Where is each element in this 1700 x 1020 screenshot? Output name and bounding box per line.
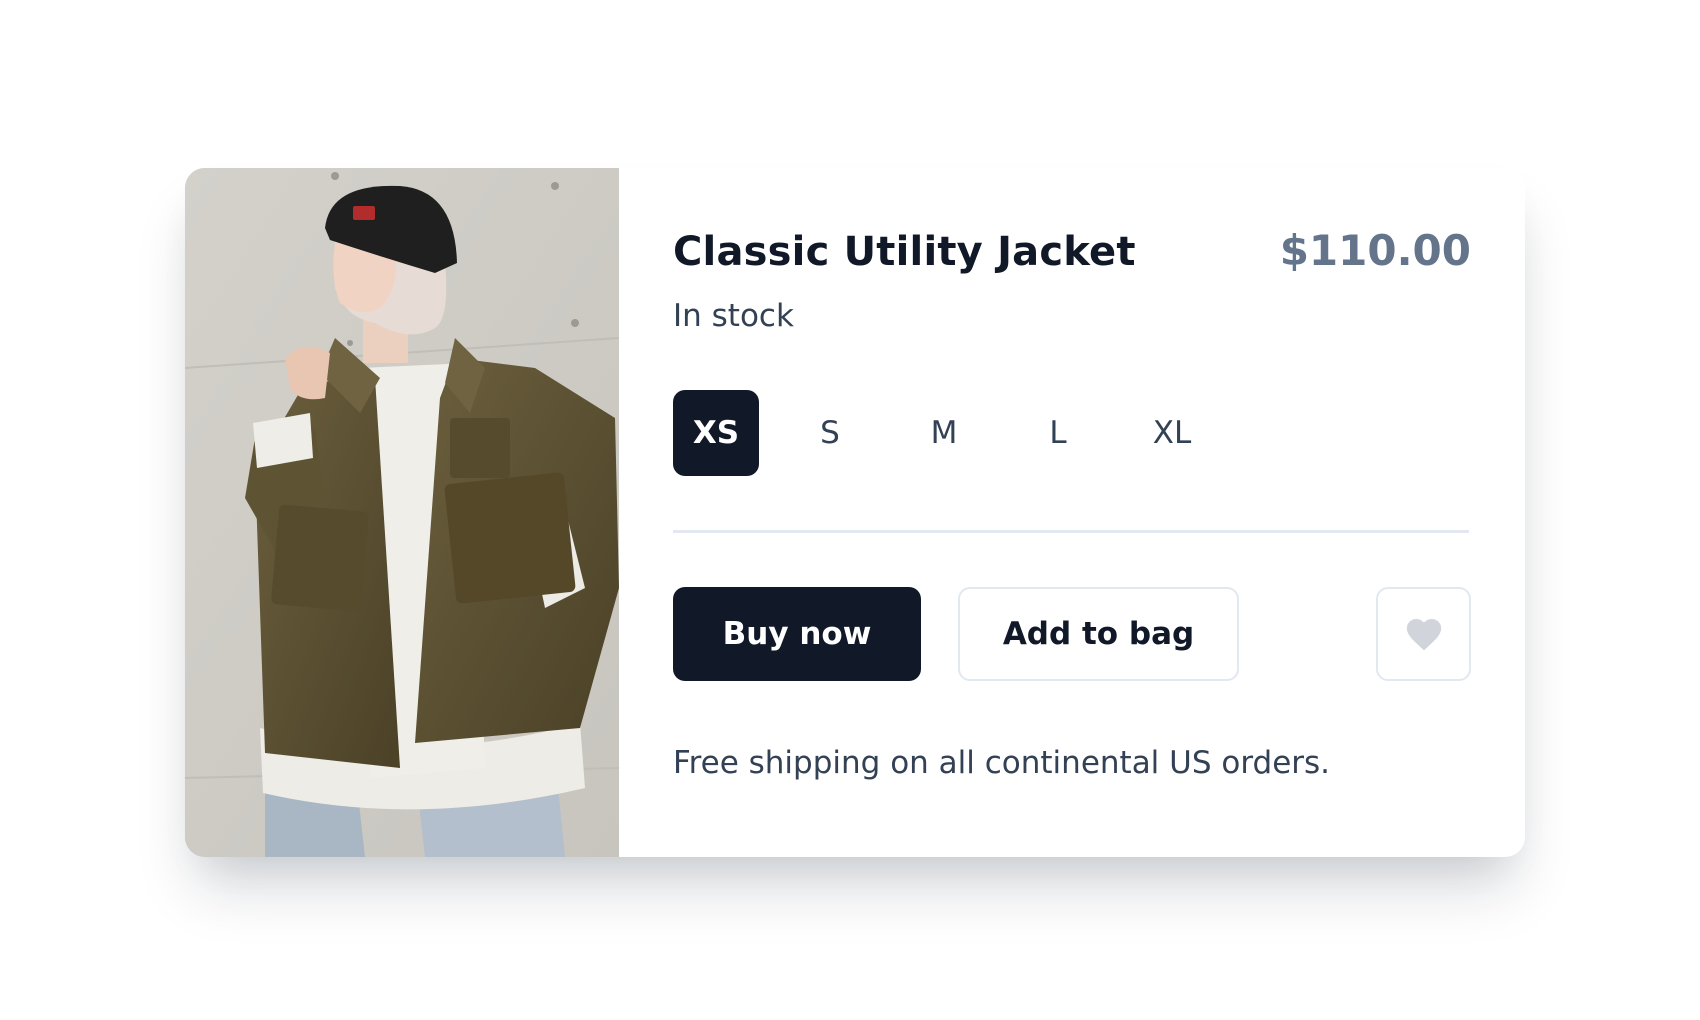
shipping-note: Free shipping on all continental US orde… (673, 745, 1331, 781)
size-option-xs[interactable]: XS (673, 390, 759, 476)
action-row: Buy now Add to bag (673, 587, 1471, 681)
size-option-s[interactable]: S (787, 390, 873, 476)
stock-status: In stock (673, 298, 794, 334)
title-row: Classic Utility Jacket $110.00 (673, 226, 1471, 278)
product-info: Classic Utility Jacket $110.00 In stock … (619, 168, 1525, 857)
size-option-xl[interactable]: XL (1129, 390, 1215, 476)
divider (673, 530, 1469, 533)
add-to-bag-button[interactable]: Add to bag (958, 587, 1239, 681)
product-title: Classic Utility Jacket (673, 229, 1136, 275)
size-option-m[interactable]: M (901, 390, 987, 476)
buy-now-button[interactable]: Buy now (673, 587, 921, 681)
product-price: $110.00 (1279, 226, 1471, 275)
favorite-button[interactable] (1376, 587, 1471, 681)
size-option-l[interactable]: L (1015, 390, 1101, 476)
product-image (185, 168, 619, 857)
product-card: Classic Utility Jacket $110.00 In stock … (185, 168, 1525, 857)
size-selector: XS S M L XL (673, 390, 1471, 476)
heart-icon (1406, 618, 1441, 651)
